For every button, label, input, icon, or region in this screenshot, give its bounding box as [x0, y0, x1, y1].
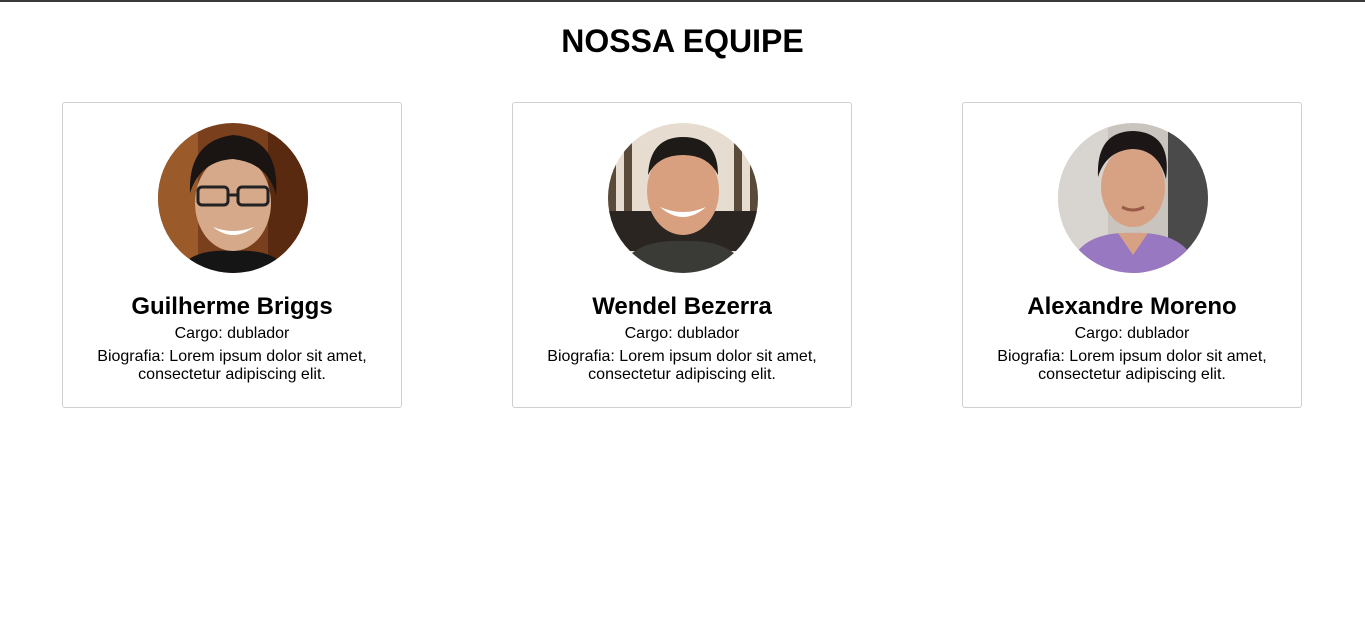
team-member-card: Alexandre Moreno Cargo: dublador Biograf… [962, 102, 1302, 408]
team-member-card: Wendel Bezerra Cargo: dublador Biografia… [512, 102, 852, 408]
member-role: Cargo: dublador [174, 325, 290, 342]
member-name: Alexandre Moreno [1027, 293, 1237, 320]
member-bio: Biografia: Lorem ipsum dolor sit amet, c… [547, 348, 817, 383]
page-title: NOSSA EQUIPE [561, 23, 804, 59]
member-name: Guilherme Briggs [131, 293, 333, 320]
avatar-photo [1058, 123, 1208, 273]
avatar-photo [608, 123, 758, 273]
team-member-card: Guilherme Briggs Cargo: dublador Biograf… [62, 102, 402, 408]
member-bio: Biografia: Lorem ipsum dolor sit amet, c… [997, 348, 1267, 383]
member-bio: Biografia: Lorem ipsum dolor sit amet, c… [97, 348, 367, 383]
top-border [0, 0, 1365, 2]
member-role: Cargo: dublador [1074, 325, 1190, 342]
member-role: Cargo: dublador [624, 325, 740, 342]
avatar-photo [158, 123, 308, 273]
member-name: Wendel Bezerra [592, 293, 772, 320]
